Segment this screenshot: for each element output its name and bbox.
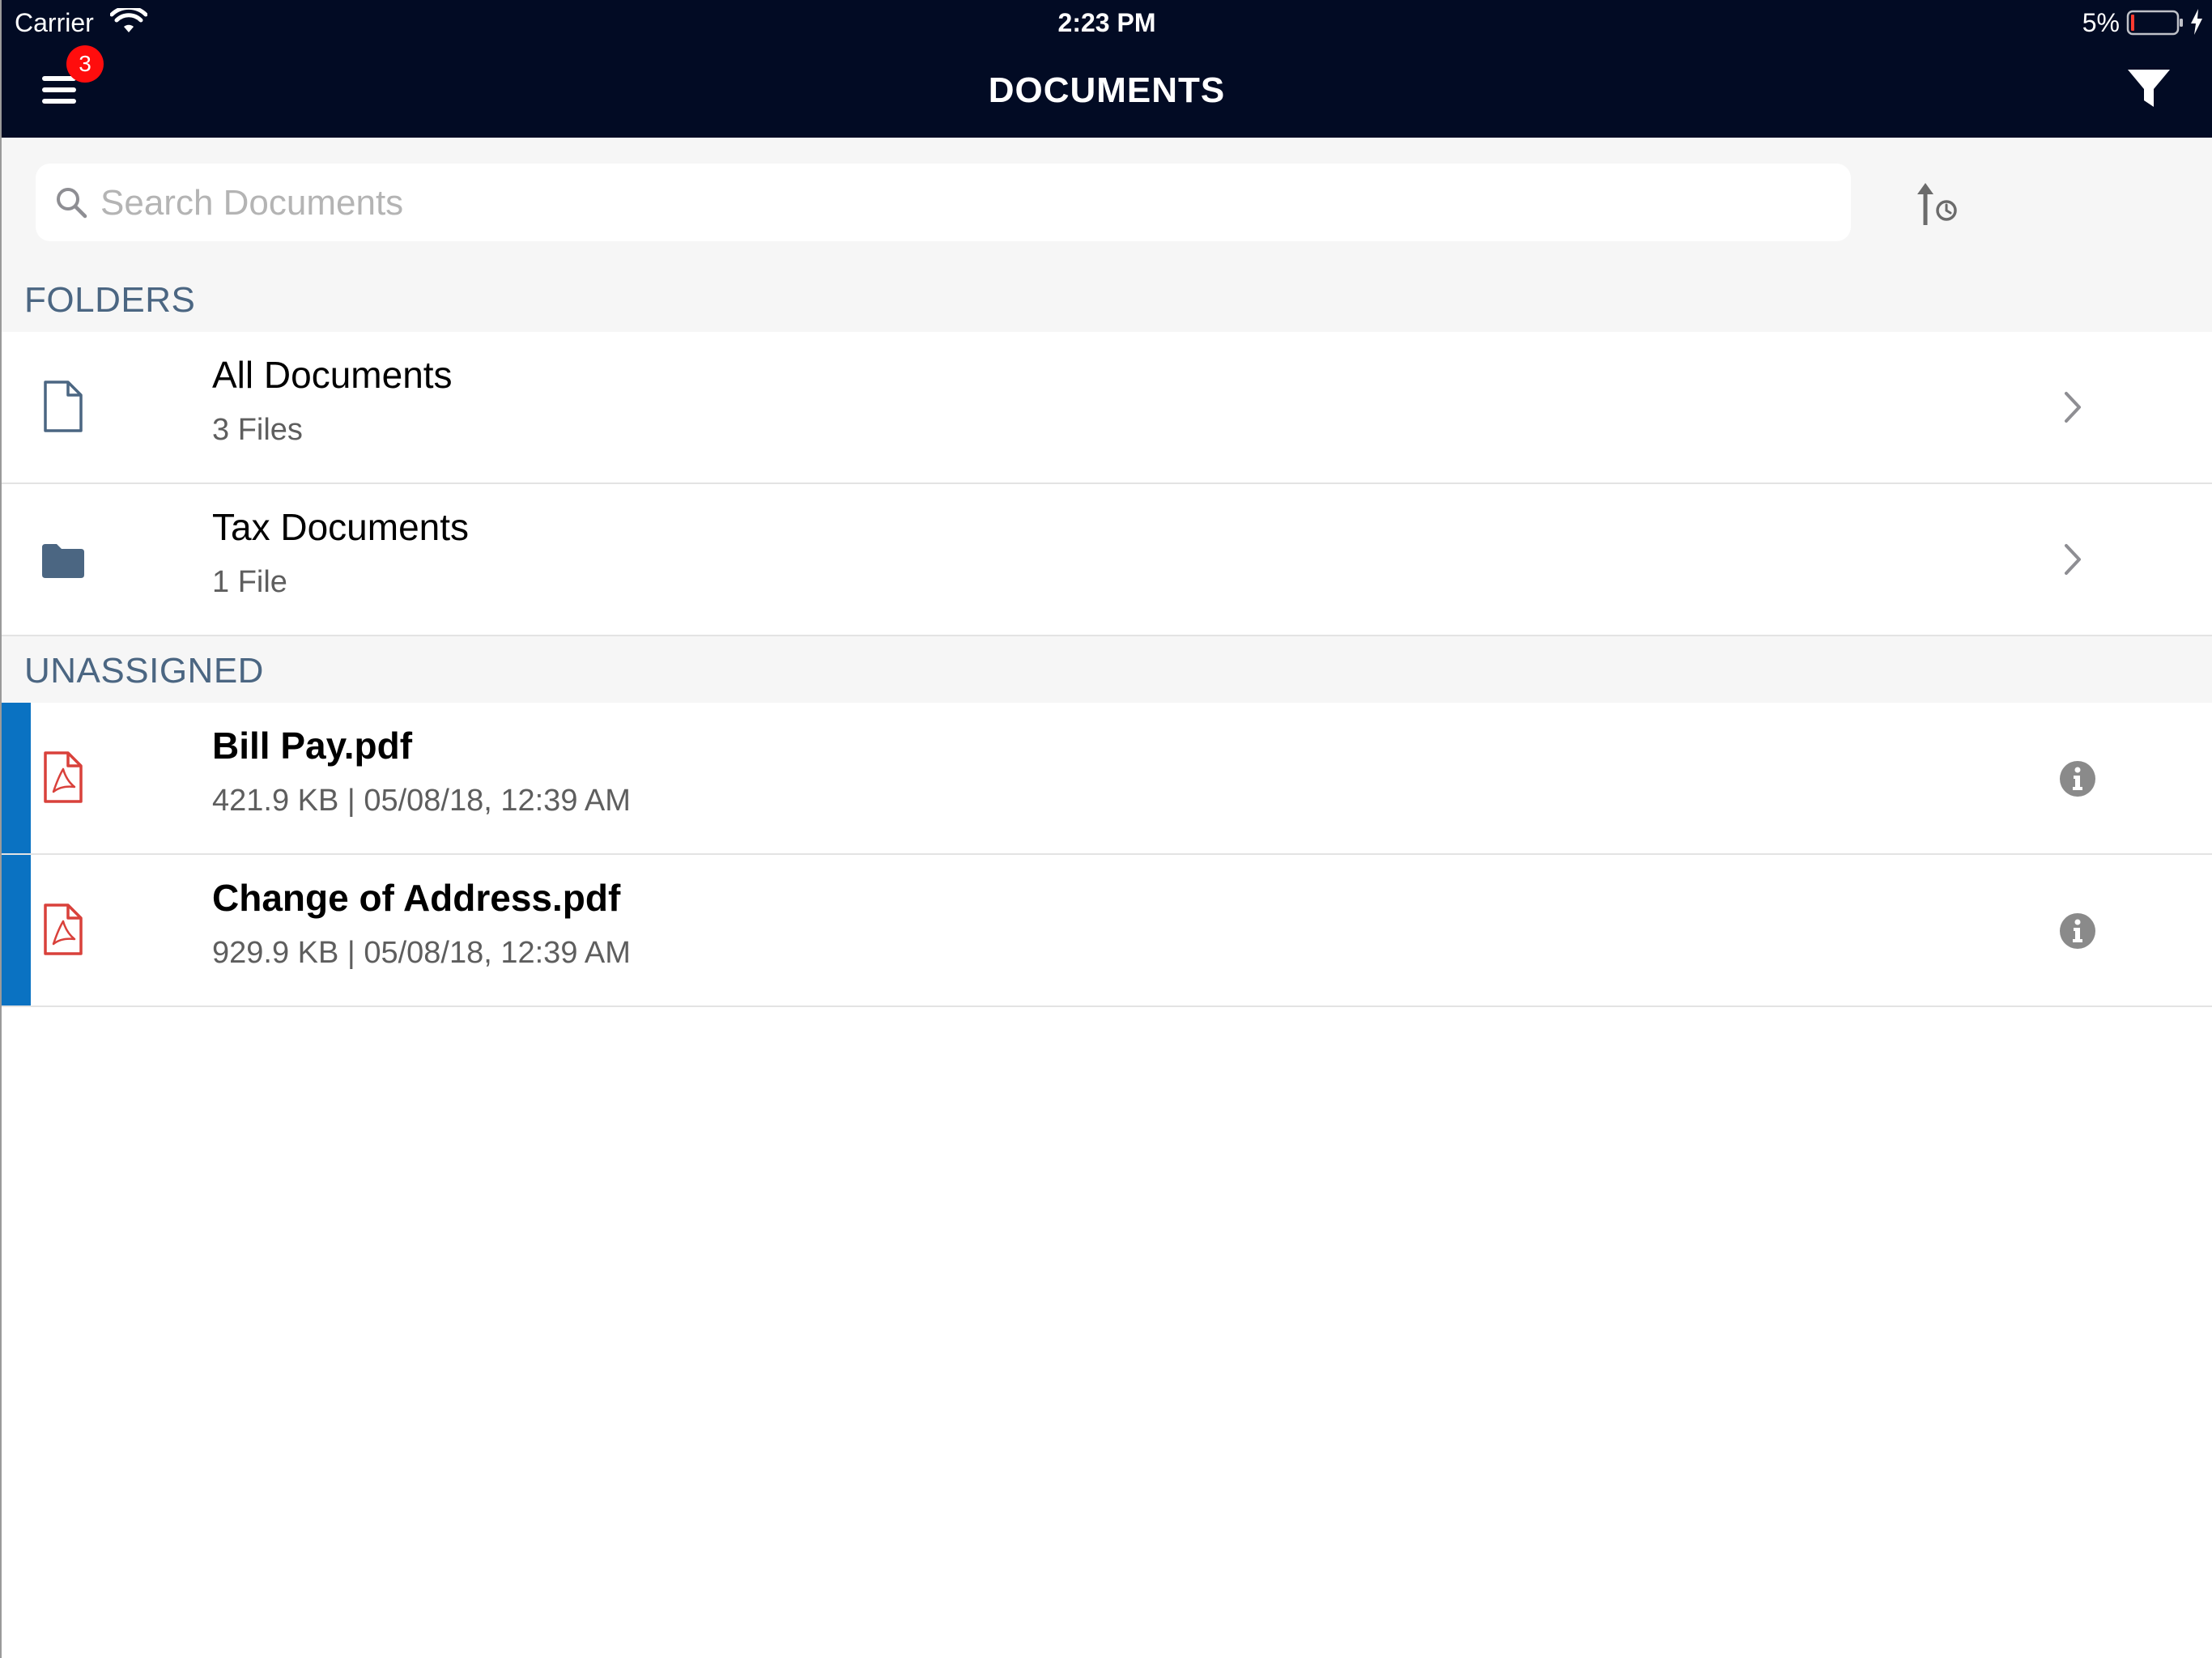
unread-indicator xyxy=(2,855,31,1005)
folder-icon xyxy=(42,544,84,578)
document-title: Bill Pay.pdf xyxy=(212,725,413,767)
status-time: 2:23 PM xyxy=(1057,8,1156,37)
chevron-right-icon xyxy=(2065,544,2081,575)
search-region xyxy=(2,138,2212,332)
info-icon[interactable] xyxy=(2058,759,2097,798)
folder-file-count: 1 File xyxy=(212,565,287,599)
unassigned-section-header: UNASSIGNED xyxy=(24,651,264,691)
folder-row-all-documents[interactable]: All Documents 3 Files xyxy=(2,332,2212,484)
unread-indicator xyxy=(2,703,31,853)
sort-by-date-icon[interactable] xyxy=(1911,178,1963,230)
folder-title: Tax Documents xyxy=(212,506,470,548)
folders-section-header: FOLDERS xyxy=(24,280,196,320)
filter-icon[interactable] xyxy=(2125,65,2173,113)
search-input[interactable] xyxy=(99,173,1827,233)
document-row-bill-pay[interactable]: Bill Pay.pdf 421.9 KB | 05/08/18, 12:39 … xyxy=(2,703,2212,855)
info-icon[interactable] xyxy=(2058,912,2097,950)
navigation-bar: Carrier 2:23 PM 5% 3 DOCUMENTS xyxy=(2,0,2212,138)
search-icon xyxy=(57,188,87,219)
unassigned-section-band xyxy=(2,636,2212,703)
charging-bolt-icon xyxy=(2191,9,2202,35)
folder-file-count: 3 Files xyxy=(212,413,303,447)
search-bar[interactable] xyxy=(36,164,1851,241)
battery-icon xyxy=(2126,10,2183,36)
documents-screen: Carrier 2:23 PM 5% 3 DOCUMENTS Search Do… xyxy=(0,0,2212,1658)
document-meta: 421.9 KB | 05/08/18, 12:39 AM xyxy=(212,784,631,818)
chevron-right-icon xyxy=(2065,392,2081,423)
pdf-icon xyxy=(44,903,83,955)
page-title: DOCUMENTS xyxy=(988,70,1226,110)
document-outline-icon xyxy=(44,380,83,432)
document-row-change-of-address[interactable]: Change of Address.pdf 929.9 KB | 05/08/1… xyxy=(2,855,2212,1007)
battery-percent: 5% xyxy=(2082,8,2120,37)
pdf-icon xyxy=(44,751,83,803)
document-title: Change of Address.pdf xyxy=(212,877,621,919)
folder-title: All Documents xyxy=(212,354,453,396)
document-meta: 929.9 KB | 05/08/18, 12:39 AM xyxy=(212,936,631,970)
folder-row-tax-documents[interactable]: Tax Documents 1 File xyxy=(2,484,2212,636)
